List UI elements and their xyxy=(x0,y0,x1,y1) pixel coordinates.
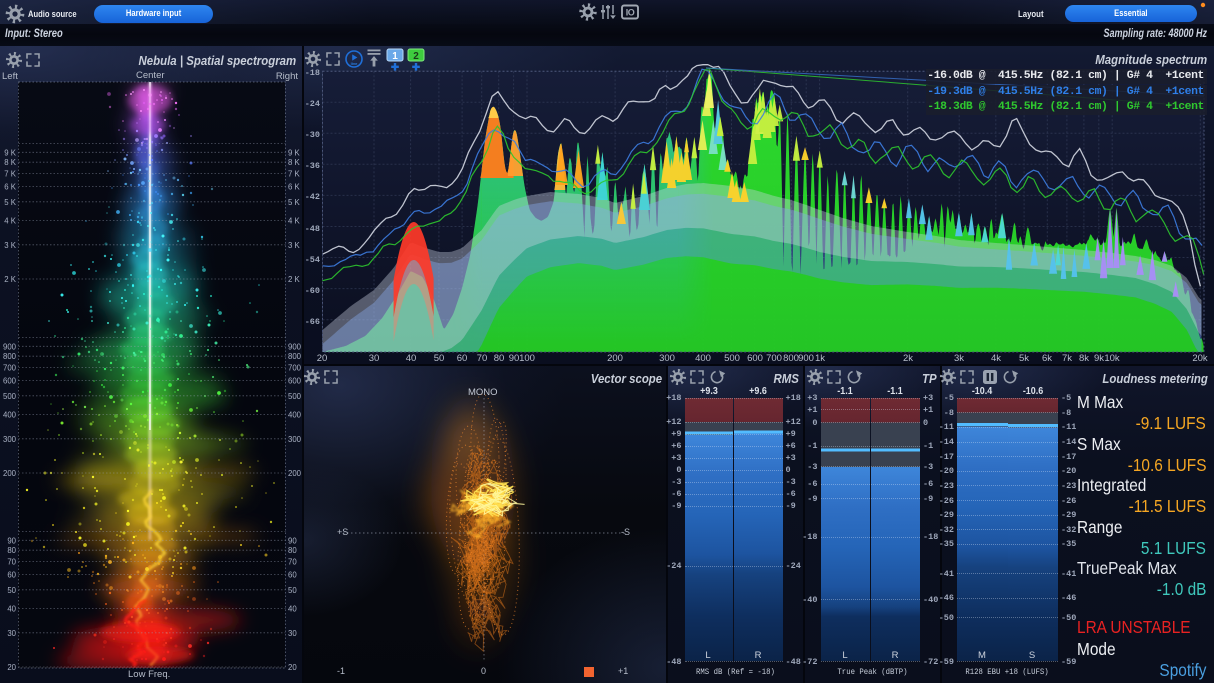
svg-text:7 K: 7 K xyxy=(4,170,17,179)
svg-text:6 K: 6 K xyxy=(4,182,17,191)
svg-text:90: 90 xyxy=(288,536,297,545)
svg-text:9 K: 9 K xyxy=(4,148,17,157)
svg-text:200: 200 xyxy=(288,469,302,478)
svg-text:20: 20 xyxy=(288,663,297,672)
svg-text:800: 800 xyxy=(3,352,17,361)
svg-text:20: 20 xyxy=(7,663,16,672)
svg-text:4 K: 4 K xyxy=(288,217,301,226)
svg-text:600: 600 xyxy=(3,376,17,385)
svg-text:700: 700 xyxy=(288,364,302,373)
svg-text:500: 500 xyxy=(288,392,302,401)
svg-text:IO: IO xyxy=(626,8,635,18)
svg-text:8 K: 8 K xyxy=(288,158,301,167)
svg-text:80: 80 xyxy=(288,546,297,555)
svg-text:800: 800 xyxy=(288,352,302,361)
svg-text:3 K: 3 K xyxy=(4,241,17,250)
svg-text:80: 80 xyxy=(7,546,16,555)
svg-text:8 K: 8 K xyxy=(4,158,17,167)
svg-text:200: 200 xyxy=(3,469,17,478)
svg-text:400: 400 xyxy=(288,411,302,420)
svg-text:30: 30 xyxy=(7,629,16,638)
svg-text:50: 50 xyxy=(7,586,16,595)
svg-text:70: 70 xyxy=(7,558,16,567)
svg-text:70: 70 xyxy=(288,558,297,567)
svg-text:700: 700 xyxy=(3,364,17,373)
svg-text:6 K: 6 K xyxy=(288,182,301,191)
svg-text:40: 40 xyxy=(288,605,297,614)
svg-text:50: 50 xyxy=(288,586,297,595)
svg-text:60: 60 xyxy=(288,570,297,579)
svg-text:300: 300 xyxy=(3,435,17,444)
svg-text:600: 600 xyxy=(288,376,302,385)
svg-text:2 K: 2 K xyxy=(4,275,17,284)
svg-text:900: 900 xyxy=(288,342,302,351)
svg-text:9 K: 9 K xyxy=(288,148,301,157)
svg-text:400: 400 xyxy=(3,411,17,420)
svg-text:500: 500 xyxy=(3,392,17,401)
svg-text:40: 40 xyxy=(7,605,16,614)
svg-text:5 K: 5 K xyxy=(288,198,301,207)
svg-text:90: 90 xyxy=(7,536,16,545)
svg-text:900: 900 xyxy=(3,342,17,351)
svg-text:60: 60 xyxy=(7,570,16,579)
svg-text:4 K: 4 K xyxy=(4,217,17,226)
svg-text:5 K: 5 K xyxy=(4,198,17,207)
svg-text:300: 300 xyxy=(288,435,302,444)
svg-text:30: 30 xyxy=(288,629,297,638)
svg-text:2 K: 2 K xyxy=(288,275,301,284)
svg-text:7 K: 7 K xyxy=(288,170,301,179)
svg-text:3 K: 3 K xyxy=(288,241,301,250)
